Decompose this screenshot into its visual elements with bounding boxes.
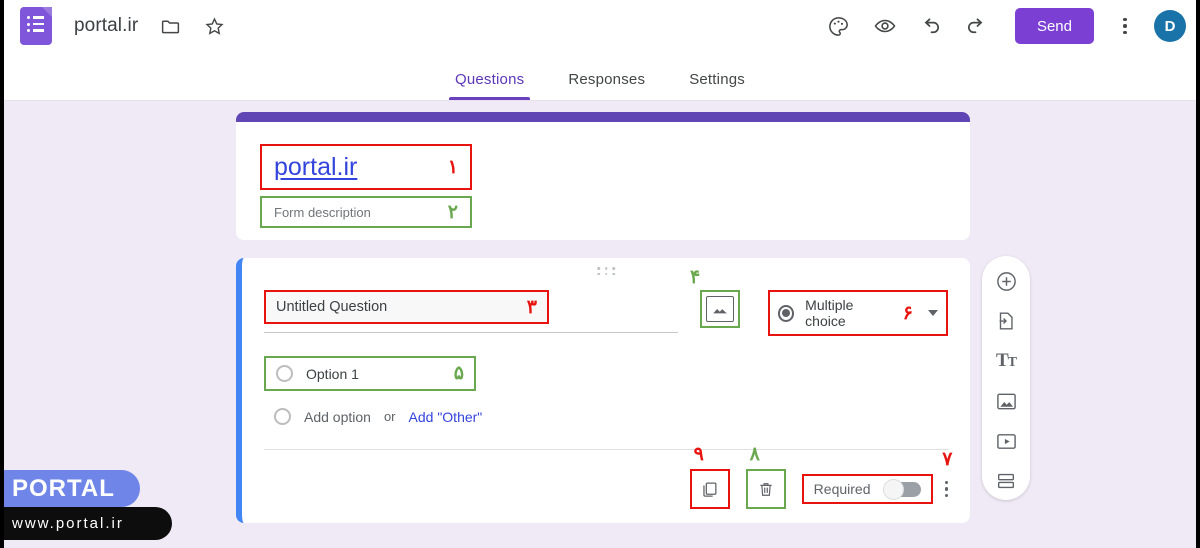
question-title-text: Untitled Question	[276, 299, 387, 315]
google-forms-logo-icon	[20, 7, 52, 45]
trash-icon[interactable]	[753, 476, 779, 502]
folder-icon[interactable]	[158, 14, 182, 38]
required-toggle-annotation: ۷ Required	[802, 474, 933, 504]
duplicate-annotation: ۹	[690, 469, 730, 509]
drag-handle[interactable]	[597, 267, 615, 275]
form-title-field[interactable]: portal.ir ۱	[260, 144, 472, 190]
tab-settings[interactable]: Settings	[667, 52, 767, 100]
required-toggle[interactable]	[885, 482, 921, 497]
add-option-row: Add option or Add "Other"	[264, 408, 948, 425]
option-1-row[interactable]: Option 1 ۵	[264, 356, 476, 391]
form-description-field[interactable]: Form description ۲	[260, 196, 472, 228]
question-more-options-icon[interactable]	[945, 481, 949, 498]
left-edge-border	[0, 0, 4, 548]
add-section-icon[interactable]	[993, 468, 1019, 494]
watermark-url: www.portal.ir	[0, 507, 172, 540]
question-type-label: Multiple choice	[805, 297, 892, 329]
more-options-icon[interactable]	[1114, 14, 1136, 38]
add-video-icon[interactable]	[993, 428, 1019, 454]
import-questions-icon[interactable]	[993, 308, 1019, 334]
add-other-button[interactable]: Add "Other"	[409, 409, 483, 425]
watermark-brand: PORTAL	[0, 470, 140, 507]
chevron-down-icon	[928, 310, 938, 316]
annotation-number-9: ۹	[694, 445, 704, 464]
delete-annotation: ۸	[746, 469, 786, 509]
add-option-radio-icon	[274, 408, 291, 425]
question-image-annotation: ۴	[700, 290, 740, 328]
annotation-number-3: ۳	[527, 298, 537, 317]
document-title[interactable]: portal.ir	[74, 15, 138, 37]
tab-bar: Questions Responses Settings	[0, 52, 1200, 101]
add-question-icon[interactable]	[993, 268, 1019, 294]
question-title-wrap: Untitled Question ۳	[264, 290, 678, 333]
add-title-icon: TT	[993, 348, 1019, 374]
form-title-text: portal.ir	[274, 153, 357, 182]
image-icon[interactable]	[706, 296, 734, 322]
question-tools-toolbar: TT	[982, 256, 1030, 500]
required-label: Required	[814, 481, 871, 497]
or-label: or	[384, 409, 396, 424]
option-radio-icon	[276, 365, 293, 382]
form-header-card: portal.ir ۱ Form description ۲	[236, 112, 970, 240]
annotation-number-8: ۸	[750, 445, 760, 464]
undo-icon[interactable]	[919, 14, 943, 38]
question-title-field[interactable]: Untitled Question ۳	[264, 290, 549, 324]
duplicate-icon[interactable]	[697, 476, 723, 502]
palette-icon[interactable]	[827, 14, 851, 38]
question-footer: ۹ ۸	[690, 469, 948, 509]
radio-button-icon	[778, 305, 794, 322]
question-title-underline	[264, 332, 678, 333]
avatar[interactable]: D	[1154, 10, 1186, 42]
form-content: portal.ir ۱ Form description ۲ Untitled …	[236, 112, 970, 523]
annotation-number-7: ۷	[942, 450, 952, 469]
question-header-row: Untitled Question ۳ ۴	[264, 290, 948, 336]
annotation-number-5: ۵	[454, 364, 464, 383]
add-option-button[interactable]: Add option	[304, 409, 371, 425]
star-icon[interactable]	[202, 14, 226, 38]
right-edge-border	[1196, 0, 1200, 548]
redo-icon[interactable]	[965, 14, 989, 38]
tab-questions[interactable]: Questions	[433, 52, 546, 100]
question-card[interactable]: Untitled Question ۳ ۴	[236, 258, 970, 523]
annotation-number-1: ۱	[448, 158, 458, 177]
annotation-number-6: ۶	[903, 304, 913, 323]
add-image-icon[interactable]	[993, 388, 1019, 414]
tab-responses[interactable]: Responses	[546, 52, 667, 100]
form-description-placeholder: Form description	[274, 205, 371, 220]
eye-icon[interactable]	[873, 14, 897, 38]
top-bar-actions: Send D	[805, 8, 1200, 44]
annotation-number-2: ۲	[448, 203, 458, 222]
question-footer-divider	[264, 449, 948, 450]
google-forms-editor: portal.ir	[0, 0, 1200, 548]
annotation-number-4: ۴	[690, 268, 700, 287]
portal-watermark: PORTAL www.portal.ir	[0, 470, 172, 540]
option-1-label: Option 1	[306, 366, 359, 382]
top-bar: portal.ir	[0, 0, 1200, 52]
question-type-dropdown[interactable]: Multiple choice ۶	[768, 290, 948, 336]
send-button[interactable]: Send	[1015, 8, 1094, 44]
